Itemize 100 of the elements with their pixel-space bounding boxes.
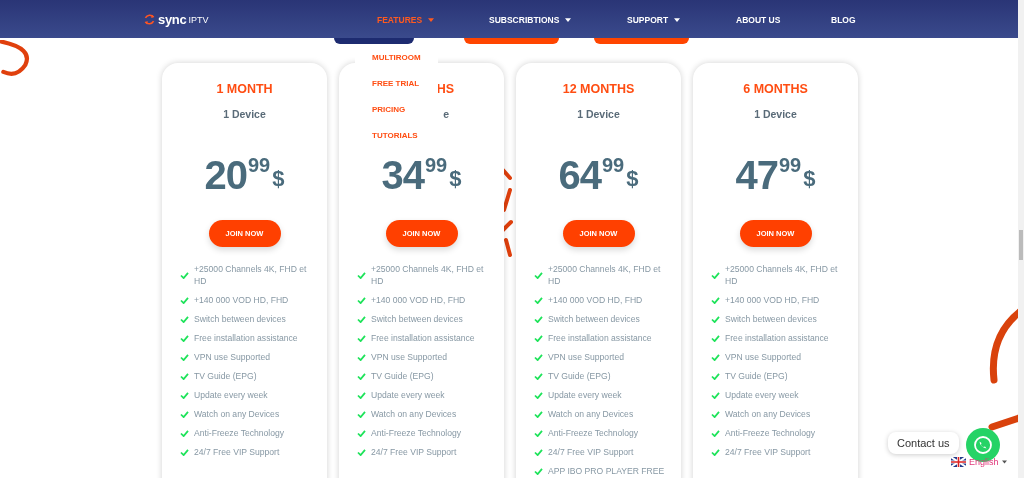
feature-text: Watch on any Devices [371, 408, 458, 420]
feature-text: Watch on any Devices [548, 408, 635, 420]
feature-text: Update every week [194, 389, 269, 401]
check-icon [180, 391, 189, 399]
feature-text: VPN use Supported [548, 351, 625, 363]
language-selector[interactable]: English [951, 457, 1007, 467]
feature-text: VPN use Supported [194, 351, 271, 363]
menu-item[interactable]: TUTORIALS [372, 130, 438, 142]
feature-text: Watch on any Devices [194, 408, 281, 420]
nav-link[interactable]: BLOG [831, 15, 856, 25]
scrollbar[interactable] [1018, 0, 1024, 478]
nav-link[interactable]: ABOUT US [736, 15, 781, 25]
feature-text: 24/7 Free VIP Support [371, 446, 458, 458]
nav-link[interactable]: SUBSCRIBTIONS [489, 15, 572, 25]
feature-text: Free installation assistance [194, 332, 299, 344]
check-icon [711, 448, 720, 456]
feature-text: Switch between devices [548, 313, 641, 325]
feature-text: Update every week [725, 389, 800, 401]
device-count: 1 Device [223, 108, 266, 121]
feature-text: Free installation assistance [371, 332, 476, 344]
feature-text: 24/7 Free VIP Support [725, 446, 812, 458]
feature-text: +25000 Channels 4K, FHD et HD [548, 263, 662, 287]
check-icon [534, 372, 543, 380]
plan-title: 6 MONTHS [743, 82, 808, 97]
feature-text: VPN use Supported [725, 351, 802, 363]
feature-text: TV Guide (EPG) [194, 370, 258, 382]
plan-title: 1 MONTH [216, 82, 273, 97]
check-icon [357, 391, 366, 399]
feature-text: Anti-Freeze Technology [725, 427, 817, 439]
check-icon [534, 334, 543, 342]
feature-text: Switch between devices [725, 313, 818, 325]
check-icon [534, 448, 543, 456]
feature-text: 24/7 Free VIP Support [548, 446, 635, 458]
logo[interactable]: sync IPTV [143, 12, 209, 27]
device-count: 1 Device [754, 108, 797, 121]
device-count: e [443, 108, 449, 121]
check-icon [180, 353, 189, 361]
feature-text: Free installation assistance [725, 332, 830, 344]
feature-text: TV Guide (EPG) [371, 370, 435, 382]
check-icon [357, 353, 366, 361]
check-icon [534, 467, 543, 475]
check-icon [180, 429, 189, 437]
check-icon [357, 296, 366, 304]
check-icon [711, 391, 720, 399]
check-icon [357, 410, 366, 418]
feature-text: Free installation assistance [548, 332, 653, 344]
check-icon [180, 296, 189, 304]
check-icon [711, 296, 720, 304]
feature-text: 24/7 Free VIP Support [194, 446, 281, 458]
check-icon [357, 334, 366, 342]
check-icon [534, 353, 543, 361]
check-icon [180, 448, 189, 456]
check-icon [180, 372, 189, 380]
caret-icon [1001, 460, 1007, 464]
feature-text: +25000 Channels 4K, FHD et HD [194, 263, 308, 287]
feature-text: Anti-Freeze Technology [194, 427, 286, 439]
check-icon [534, 391, 543, 399]
feature-text: APP IBO PRO PLAYER FREE [548, 465, 666, 477]
plan-title: HS [436, 82, 454, 97]
feature-text: Switch between devices [194, 313, 287, 325]
feature-text: +25000 Channels 4K, FHD et HD [371, 263, 485, 287]
menu-item[interactable]: FREE TRIAL [372, 78, 438, 90]
check-icon [357, 271, 366, 279]
check-icon [180, 334, 189, 342]
menu-item[interactable]: MULTIROOM [372, 52, 438, 64]
feature-text: Update every week [548, 389, 623, 401]
check-icon [711, 372, 720, 380]
check-icon [534, 410, 543, 418]
nav-link[interactable]: SUPPORT [627, 15, 681, 25]
check-icon [711, 271, 720, 279]
check-icon [711, 334, 720, 342]
plan-title: 12 MONTHS [562, 82, 635, 97]
feature-text: +140 000 VOD HD, FHD [548, 294, 644, 306]
check-icon [357, 372, 366, 380]
check-icon [711, 353, 720, 361]
check-icon [357, 448, 366, 456]
feature-text: VPN use Supported [371, 351, 448, 363]
feature-text: +25000 Channels 4K, FHD et HD [725, 263, 839, 287]
check-icon [534, 296, 543, 304]
feature-text: +140 000 VOD HD, FHD [725, 294, 821, 306]
feature-text: Watch on any Devices [725, 408, 812, 420]
contact-label[interactable]: Contact us [888, 432, 959, 454]
nav-link[interactable]: FEATURES [377, 15, 435, 25]
check-icon [180, 315, 189, 323]
feature-text: +140 000 VOD HD, FHD [194, 294, 290, 306]
feature-text: Anti-Freeze Technology [371, 427, 463, 439]
feature-text: +140 000 VOD HD, FHD [371, 294, 467, 306]
hidden-button[interactable] [334, 38, 414, 44]
phone-icon [973, 435, 993, 455]
check-icon [534, 315, 543, 323]
menu-item[interactable]: PRICING [372, 104, 438, 116]
check-icon [711, 429, 720, 437]
device-count: 1 Device [577, 108, 620, 121]
check-icon [357, 429, 366, 437]
check-icon [711, 410, 720, 418]
feature-text: Anti-Freeze Technology [548, 427, 640, 439]
feature-text: TV Guide (EPG) [725, 370, 789, 382]
check-icon [180, 271, 189, 279]
check-icon [534, 271, 543, 279]
check-icon [180, 410, 189, 418]
